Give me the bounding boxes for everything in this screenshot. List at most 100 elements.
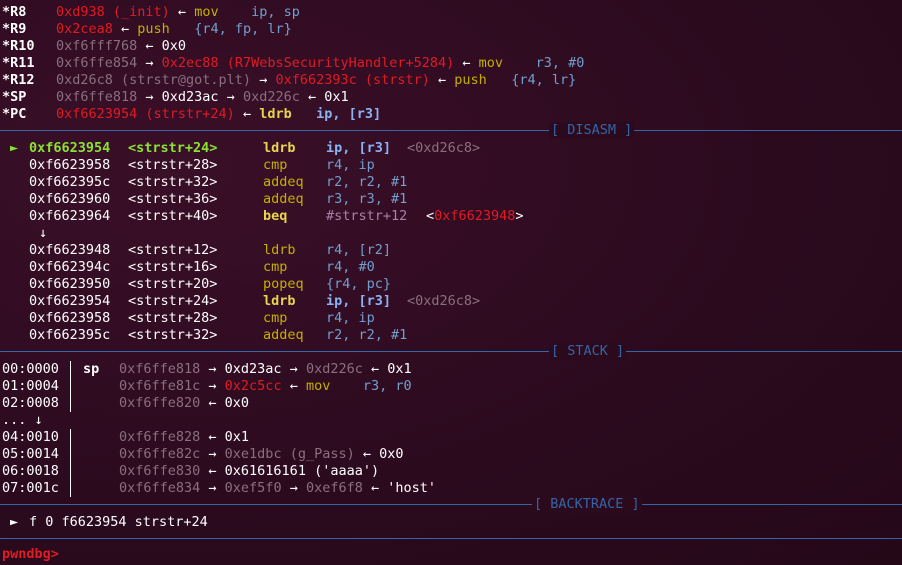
- stack-divider: [70, 395, 71, 412]
- register-value-part: mov: [194, 4, 252, 20]
- register-name: *R10: [2, 38, 35, 54]
- disasm-operands: r2, r2, #1: [326, 327, 408, 343]
- stack-value-part: 0xf6ffe818: [119, 361, 201, 377]
- stack-offset: 07:001c: [2, 480, 59, 496]
- disasm-symbol: <strstr+16>: [128, 259, 218, 275]
- branch-target-address: 0xf6623948: [434, 208, 516, 224]
- register-value-part: 0x2cea8: [56, 21, 113, 37]
- disasm-mnemonic: cmp: [263, 157, 288, 173]
- register-row: *R10 0xf6fff768 ← 0x0: [2, 38, 186, 55]
- stack-value-part: → 0xd23ac →: [200, 361, 306, 377]
- disasm-symbol: <strstr+40>: [128, 208, 218, 224]
- register-value-part: 0xf662393c (strstr): [275, 72, 430, 88]
- stack-value: 0xf6ffe828 ← 0x1: [119, 429, 249, 446]
- register-name: *PC: [2, 106, 27, 122]
- disasm-mnemonic: addeq: [263, 191, 304, 207]
- disasm-operands: ip, [r3]: [326, 140, 392, 156]
- register-value-part: ←: [112, 21, 138, 37]
- register-value-part: →: [137, 55, 162, 71]
- disasm-mnemonic: ldrb: [263, 242, 296, 258]
- stack-separator: [ STACK ]: [0, 343, 902, 360]
- disasm-address: 0xf6623964: [29, 208, 111, 224]
- stack-value-part: 0xf6ffe830: [119, 463, 201, 479]
- disasm-operands: r4, ip: [326, 310, 375, 326]
- stack-offset: 05:0014: [2, 446, 59, 462]
- disasm-operands: r2, r2, #1: [326, 174, 408, 190]
- register-value-part: 0xd938 (_init): [56, 4, 170, 20]
- stack-offset: 01:0004: [2, 378, 59, 394]
- register-row: *PC 0xf6623954 (strstr+24) ← ldrb ip, [r3…: [2, 106, 381, 123]
- register-value-part: 0xd226c: [242, 89, 300, 105]
- register-value-part: ← 0x0: [137, 38, 187, 54]
- register-value-part: ← 0x1: [299, 89, 349, 105]
- stack-divider: [70, 463, 71, 480]
- stack-value-part: ← 0x1: [362, 361, 412, 377]
- stack-value-part: →: [200, 378, 225, 394]
- register-value-part: ip, sp: [251, 4, 300, 20]
- disasm-symbol: <strstr+24>: [128, 140, 218, 156]
- disasm-address: 0xf6623960: [29, 191, 111, 207]
- disasm-mnemonic: cmp: [263, 310, 288, 326]
- register-name: *R12: [2, 72, 35, 88]
- stack-offset: 02:0008: [2, 395, 59, 411]
- register-value-part: ←: [169, 4, 195, 20]
- command-prompt[interactable]: pwndbg>: [2, 546, 59, 562]
- disasm-symbol: <strstr+24>: [128, 293, 218, 309]
- register-value-part: → 0xd23ac →: [137, 89, 243, 105]
- stack-value-part: 0xef5f0: [224, 480, 282, 496]
- stack-offset: 00:0000: [2, 361, 59, 377]
- register-value-part: 0xf6fff768: [56, 38, 138, 54]
- disasm-mnemonic: cmp: [263, 259, 288, 275]
- disasm-address: 0xf6623958: [29, 310, 111, 326]
- stack-value-part: →: [200, 446, 225, 462]
- register-name: *SP: [2, 89, 27, 105]
- stack-value: 0xf6ffe820 ← 0x0: [119, 395, 249, 412]
- register-value-part: ←: [234, 106, 260, 122]
- disasm-symbol: <strstr+28>: [128, 157, 218, 173]
- disasm-address: 0xf662395c: [29, 327, 111, 343]
- stack-value-part: 0xf6ffe828: [119, 429, 201, 445]
- register-name: *R11: [2, 55, 35, 71]
- stack-value-part: 0xf6ffe81c: [119, 378, 201, 394]
- register-row: *R9 0x2cea8 ← push {r4, fp, lr}: [2, 21, 292, 38]
- separator-rule: [0, 130, 902, 131]
- disasm-target: <0xd26c8>: [407, 293, 481, 309]
- register-value-part: 0xd26c8 (strstr@got.plt): [56, 72, 252, 88]
- register-row: *SP 0xf6ffe818 → 0xd23ac → 0xd226c ← 0x1: [2, 89, 349, 106]
- stack-offset: 06:0018: [2, 463, 59, 479]
- command-input[interactable]: [59, 547, 67, 562]
- register-value-part: r3, #0: [535, 55, 585, 71]
- disasm-mnemonic: ldrb: [263, 140, 296, 156]
- disasm-address: 0xf662395c: [29, 174, 111, 190]
- stack-value-part: ← 0x61616161 ('aaaa'): [200, 463, 380, 479]
- register-value-part: →: [251, 72, 276, 88]
- stack-value: 0xf6ffe830 ← 0x61616161 ('aaaa'): [119, 463, 379, 480]
- disasm-symbol: <strstr+32>: [128, 174, 218, 190]
- disasm-operands: r4, [r2]: [326, 242, 392, 258]
- disasm-symbol: <strstr+36>: [128, 191, 218, 207]
- stack-value-part: →: [200, 480, 225, 496]
- stack-value-part: 0xf6ffe834: [119, 480, 201, 496]
- backtrace-frame-text: f 0 f6623954 strstr+24: [29, 514, 208, 530]
- disasm-operands: {r4, pc}: [326, 276, 392, 292]
- stack-divider: [70, 480, 71, 497]
- disasm-symbol: <strstr+28>: [128, 310, 218, 326]
- disasm-operands: ip, [r3]: [326, 293, 392, 309]
- separator-rule: [0, 504, 902, 505]
- section-title: [ STACK ]: [549, 343, 627, 360]
- stack-value-part: ← 0x0: [200, 395, 250, 411]
- section-title: [ BACKTRACE ]: [532, 496, 642, 513]
- stack-value-part: ←: [281, 378, 306, 394]
- register-value-part: {r4, fp, lr}: [194, 21, 292, 37]
- disasm-mnemonic: addeq: [263, 327, 304, 343]
- bottom-rule: [0, 538, 902, 539]
- register-row: *R11 0xf6ffe854 → 0x2ec88 (R7WebsSecurity…: [2, 55, 584, 72]
- disasm-operands: r4, ip: [326, 157, 375, 173]
- register-value-part: ldrb: [259, 106, 317, 122]
- separator-rule: [0, 351, 902, 352]
- disasm-mnemonic: ldrb: [263, 293, 296, 309]
- stack-divider: [70, 446, 71, 463]
- stack-value-part: 0xf6ffe820: [119, 395, 201, 411]
- current-instruction-arrow-icon: ►: [10, 140, 19, 156]
- backtrace-separator: [ BACKTRACE ]: [0, 496, 902, 513]
